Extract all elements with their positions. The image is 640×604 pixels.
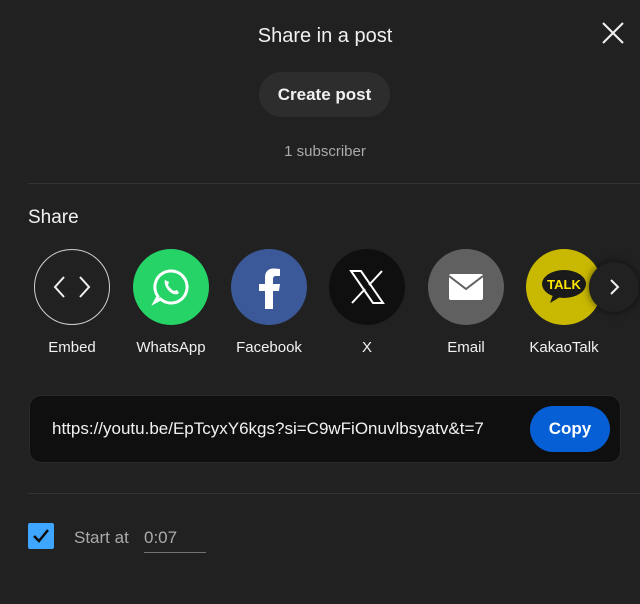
share-embed-button[interactable]: Embed <box>27 249 117 356</box>
share-email-label: Email <box>447 339 485 356</box>
facebook-icon <box>231 249 307 325</box>
share-dialog: Share in a post Create post 1 subscriber… <box>0 0 640 604</box>
chevron-right-icon <box>610 279 620 295</box>
share-link-box: https://youtu.be/EpTcyxY6kgs?si=C9wFiOnu… <box>29 395 621 463</box>
scroll-next-button[interactable] <box>589 262 639 312</box>
divider <box>28 493 640 494</box>
svg-text:TALK: TALK <box>547 277 581 292</box>
share-kakaotalk-label: KakaoTalk <box>529 339 599 356</box>
share-facebook-label: Facebook <box>236 339 302 356</box>
kakaotalk-bubble-icon: TALK <box>542 270 586 303</box>
start-at-time-input[interactable] <box>144 524 206 553</box>
share-embed-label: Embed <box>48 339 96 356</box>
share-whatsapp-button[interactable]: WhatsApp <box>126 249 216 356</box>
close-icon[interactable] <box>600 20 626 46</box>
whatsapp-icon <box>133 249 209 325</box>
share-x-button[interactable]: X <box>322 249 412 356</box>
dialog-title: Share in a post <box>257 25 393 47</box>
share-facebook-button[interactable]: Facebook <box>224 249 314 356</box>
share-heading: Share <box>28 207 79 228</box>
divider <box>28 183 640 184</box>
share-url[interactable]: https://youtu.be/EpTcyxY6kgs?si=C9wFiOnu… <box>52 419 484 439</box>
create-post-button[interactable]: Create post <box>259 72 390 117</box>
copy-button[interactable]: Copy <box>530 406 610 452</box>
embed-code-icon <box>34 249 110 325</box>
email-icon <box>428 249 504 325</box>
start-at-checkbox[interactable] <box>28 523 54 549</box>
share-whatsapp-label: WhatsApp <box>136 339 206 356</box>
share-email-button[interactable]: Email <box>421 249 511 356</box>
share-x-label: X <box>361 339 372 356</box>
checkmark-icon <box>33 529 49 543</box>
start-at-label: Start at <box>74 528 129 547</box>
x-logo-icon <box>329 249 405 325</box>
subscriber-count: 1 subscriber <box>284 143 366 160</box>
